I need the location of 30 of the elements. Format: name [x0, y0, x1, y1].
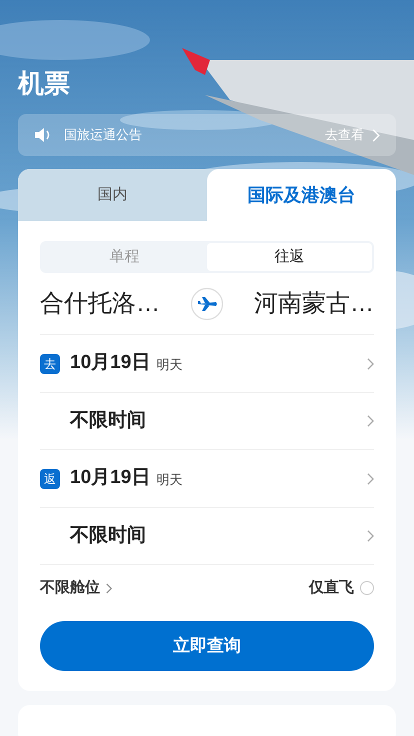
- search-button[interactable]: 立即查询: [40, 621, 374, 671]
- chevron-right-icon: [367, 530, 374, 542]
- arrival-city[interactable]: 河南蒙古…: [254, 286, 374, 322]
- leg-badge: 返: [40, 468, 60, 488]
- direct-only-label: 仅直飞: [309, 578, 354, 598]
- trip-type-option[interactable]: 往返: [207, 243, 372, 271]
- date-text: 10月19日: [70, 466, 150, 490]
- chevron-right-icon: [367, 472, 374, 484]
- date-row[interactable]: 返 10月19日 明天: [40, 450, 374, 508]
- time-text: 不限时间: [70, 524, 146, 548]
- day-label: 明天: [156, 356, 182, 374]
- tab[interactable]: 国际及港澳台: [207, 169, 396, 221]
- swap-plane-icon[interactable]: [190, 286, 224, 320]
- cabin-selector[interactable]: 不限舱位: [40, 576, 100, 600]
- chevron-right-icon: [372, 128, 380, 142]
- chevron-right-icon: [106, 582, 112, 594]
- day-label: 明天: [156, 471, 182, 490]
- chevron-right-icon: [367, 415, 374, 427]
- speaker-icon: [34, 127, 52, 143]
- leg-badge: 去: [40, 354, 60, 374]
- direct-only-radio[interactable]: [360, 581, 374, 595]
- date-text: 10月19日: [70, 351, 150, 376]
- departure-city[interactable]: 合什托洛…: [40, 286, 160, 322]
- date-row[interactable]: 去 10月19日 明天: [40, 335, 374, 393]
- time-text: 不限时间: [70, 408, 146, 433]
- time-row[interactable]: 不限时间: [40, 393, 374, 450]
- chevron-right-icon: [367, 358, 374, 370]
- page-title: 机票: [18, 67, 70, 100]
- time-row[interactable]: 不限时间: [40, 508, 374, 565]
- notice-text: 国旅运通公告: [64, 126, 142, 144]
